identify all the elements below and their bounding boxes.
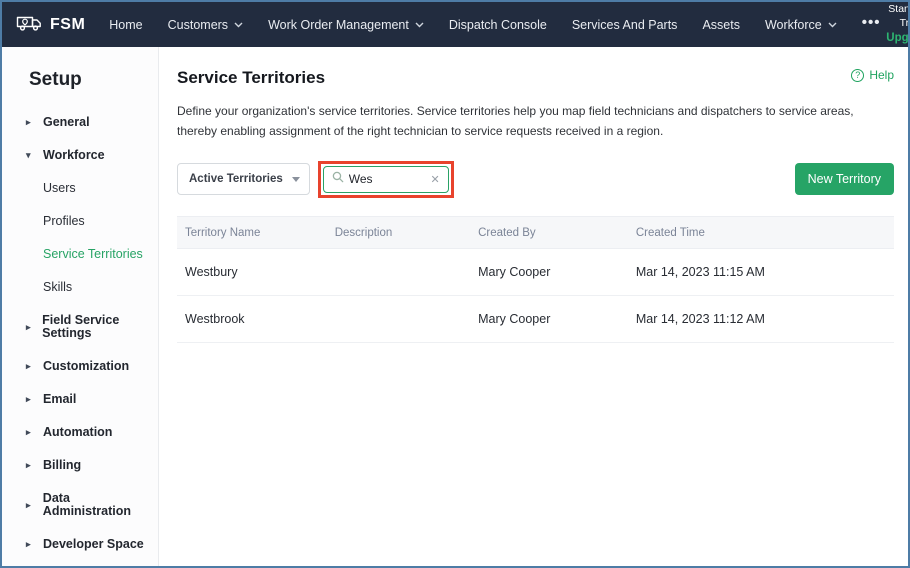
- question-mark-icon: ?: [851, 69, 864, 82]
- annotation-highlight-box: ✕: [318, 161, 454, 198]
- nav-item-label: Work Order Management: [268, 18, 409, 32]
- sidebar-item-workforce[interactable]: ▾ Workforce: [2, 139, 158, 172]
- sidebar-item-billing[interactable]: ▸ Billing: [2, 449, 158, 482]
- nav-item-home[interactable]: Home: [109, 18, 142, 32]
- chevron-right-icon: ▸: [26, 540, 34, 549]
- brand-label: FSM: [50, 16, 85, 34]
- search-icon: [332, 170, 344, 188]
- chevron-right-icon: ▸: [26, 323, 33, 332]
- cell-created-by: Mary Cooper: [478, 312, 636, 326]
- sidebar-item-email[interactable]: ▸ Email: [2, 383, 158, 416]
- nav-item-assets[interactable]: Assets: [702, 18, 740, 32]
- description-line-2: thereby enabling assignment of the right…: [177, 121, 894, 141]
- setup-sidebar: Setup ▸ General ▾ Workforce Users Profil…: [2, 47, 159, 566]
- sidebar-item-label: Data Administration: [43, 492, 158, 518]
- nav-item-label: Services And Parts: [572, 18, 678, 32]
- nav-item-label: Dispatch Console: [449, 18, 547, 32]
- sidebar-item-label: Developer Space: [43, 538, 144, 551]
- sidebar-item-skills[interactable]: Skills: [2, 271, 158, 304]
- nav-item-label: Assets: [702, 18, 740, 32]
- search-input[interactable]: [349, 172, 419, 186]
- sidebar-item-label: Workforce: [43, 149, 105, 162]
- sidebar-item-general[interactable]: ▸ General: [2, 106, 158, 139]
- plan-upgrade-block[interactable]: Standard Trial Upgrade: [880, 3, 910, 45]
- sidebar-item-automation[interactable]: ▸ Automation: [2, 416, 158, 449]
- chevron-right-icon: ▸: [26, 461, 34, 470]
- nav-item-workforce[interactable]: Workforce: [765, 18, 837, 32]
- nav-item-label: Home: [109, 18, 142, 32]
- van-logo-icon: [16, 13, 42, 37]
- nav-item-dispatch-console[interactable]: Dispatch Console: [449, 18, 547, 32]
- sidebar-item-label: Email: [43, 393, 76, 406]
- help-label: Help: [869, 68, 894, 82]
- column-header-created-by: Created By: [478, 227, 636, 239]
- top-navbar: FSM Home Customers Work Order Management…: [2, 2, 908, 47]
- page-description: Define your organization's service terri…: [177, 101, 894, 141]
- sidebar-item-users[interactable]: Users: [2, 172, 158, 205]
- chevron-right-icon: ▸: [26, 501, 34, 510]
- sidebar-item-service-territories[interactable]: Service Territories: [2, 238, 158, 271]
- table-header-row: Territory Name Description Created By Cr…: [177, 216, 894, 249]
- column-header-description: Description: [335, 227, 478, 239]
- clear-search-icon[interactable]: ✕: [431, 173, 440, 186]
- territory-filter-value: Active Territories: [189, 173, 283, 185]
- cell-created-time: Mar 14, 2023 11:15 AM: [636, 265, 894, 279]
- sidebar-item-label: General: [43, 116, 90, 129]
- territories-table: Territory Name Description Created By Cr…: [177, 216, 894, 343]
- chevron-right-icon: ▸: [26, 428, 34, 437]
- chevron-down-icon: [415, 22, 424, 28]
- main-header: Service Territories ? Help: [177, 68, 894, 88]
- chevron-right-icon: ▸: [26, 118, 34, 127]
- help-link[interactable]: ? Help: [851, 68, 894, 82]
- nav-item-label: Customers: [168, 18, 228, 32]
- navbar-right: Standard Trial Upgrade: [880, 3, 910, 45]
- chevron-right-icon: ▸: [26, 362, 34, 371]
- more-menu-icon[interactable]: •••: [862, 14, 881, 35]
- column-header-created-time: Created Time: [636, 227, 894, 239]
- table-row[interactable]: Westbury Mary Cooper Mar 14, 2023 11:15 …: [177, 249, 894, 296]
- sidebar-item-label: Billing: [43, 459, 81, 472]
- table-row[interactable]: Westbrook Mary Cooper Mar 14, 2023 11:12…: [177, 296, 894, 343]
- nav-item-label: Workforce: [765, 18, 822, 32]
- nav-item-services-and-parts[interactable]: Services And Parts: [572, 18, 678, 32]
- sidebar-item-label: Customization: [43, 360, 129, 373]
- nav-menu: Home Customers Work Order Management Dis…: [109, 14, 880, 35]
- cell-created-time: Mar 14, 2023 11:12 AM: [636, 312, 894, 326]
- sidebar-item-developer-space[interactable]: ▸ Developer Space: [2, 528, 158, 561]
- description-line-1: Define your organization's service terri…: [177, 101, 894, 121]
- app-window: FSM Home Customers Work Order Management…: [0, 0, 910, 568]
- search-box[interactable]: ✕: [323, 166, 449, 193]
- chevron-right-icon: ▸: [26, 395, 34, 404]
- chevron-down-icon: ▾: [26, 151, 34, 160]
- sidebar-item-label: Automation: [43, 426, 112, 439]
- chevron-down-icon: [828, 22, 837, 28]
- filter-toolbar: Active Territories ✕: [177, 159, 894, 199]
- nav-item-work-order-management[interactable]: Work Order Management: [268, 18, 424, 32]
- cell-territory-name[interactable]: Westbrook: [177, 312, 335, 326]
- chevron-down-icon: [292, 177, 300, 182]
- cell-created-by: Mary Cooper: [478, 265, 636, 279]
- sidebar-item-label: Field Service Settings: [42, 314, 158, 340]
- new-territory-button[interactable]: New Territory: [795, 163, 894, 195]
- cell-territory-name[interactable]: Westbury: [177, 265, 335, 279]
- upgrade-link[interactable]: Upgrade: [880, 31, 910, 46]
- chevron-down-icon: [234, 22, 243, 28]
- sidebar-title: Setup: [2, 60, 158, 106]
- main-panel: Service Territories ? Help Define your o…: [159, 47, 908, 566]
- plan-label: Standard Trial: [880, 3, 910, 30]
- sidebar-item-profiles[interactable]: Profiles: [2, 205, 158, 238]
- sidebar-item-data-administration[interactable]: ▸ Data Administration: [2, 482, 158, 528]
- sidebar-item-field-service-settings[interactable]: ▸ Field Service Settings: [2, 304, 158, 350]
- nav-item-customers[interactable]: Customers: [168, 18, 243, 32]
- page-body: Setup ▸ General ▾ Workforce Users Profil…: [2, 47, 908, 566]
- column-header-territory-name: Territory Name: [177, 227, 335, 239]
- territory-filter-dropdown[interactable]: Active Territories: [177, 163, 310, 195]
- fsm-logo[interactable]: FSM: [16, 13, 85, 37]
- page-title: Service Territories: [177, 68, 325, 88]
- sidebar-item-customization[interactable]: ▸ Customization: [2, 350, 158, 383]
